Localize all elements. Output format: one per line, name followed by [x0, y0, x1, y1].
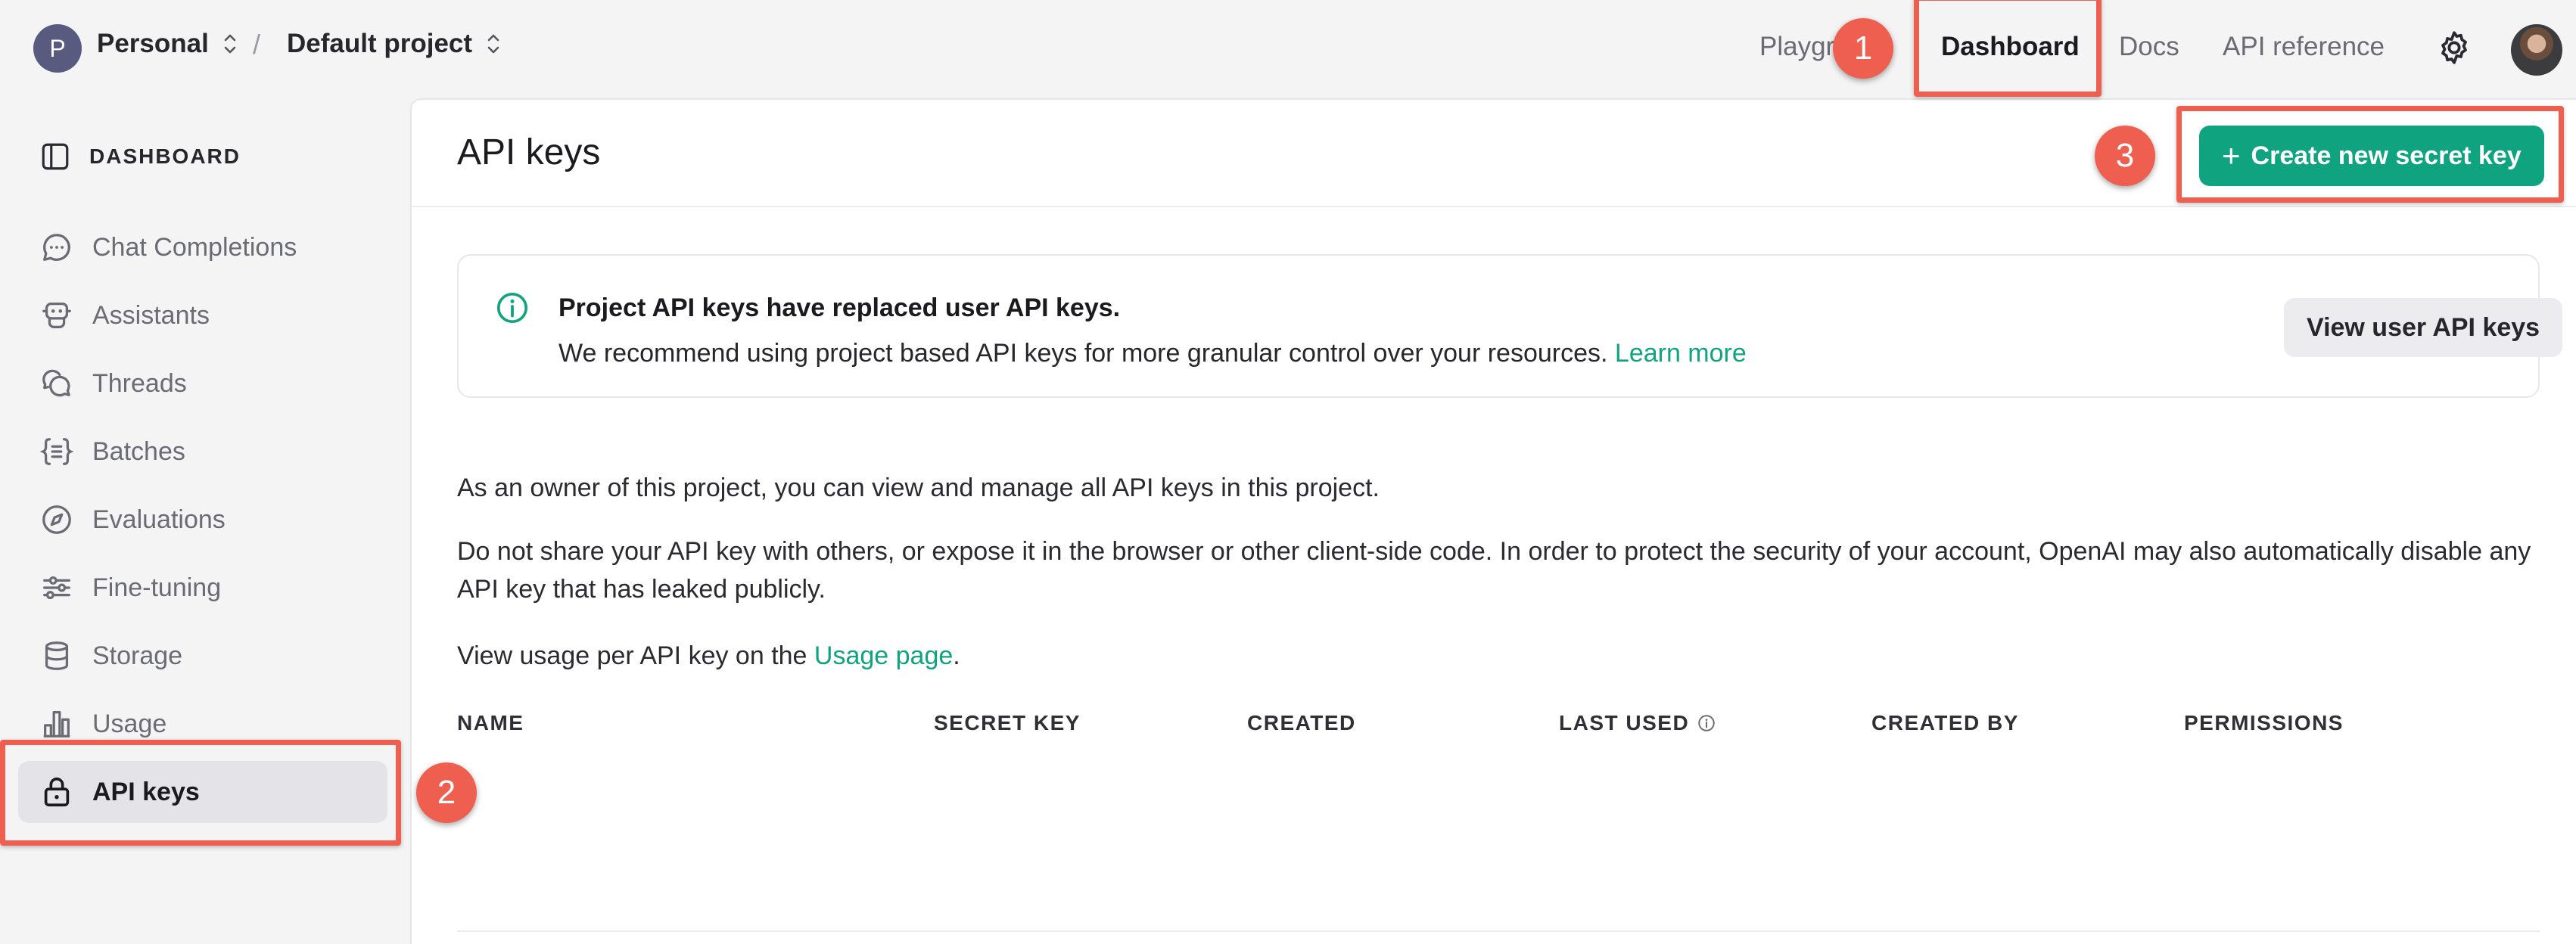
breadcrumb-separator: / [253, 29, 261, 60]
chevron-up-down-icon [487, 34, 499, 54]
chat-icon [43, 234, 70, 261]
sidebar-heading-label: DASHBOARD [89, 144, 241, 168]
sidebar-item-label: Assistants [92, 300, 210, 330]
org-switcher[interactable]: Personal [97, 29, 238, 59]
compass-icon [42, 505, 71, 534]
nav-docs[interactable]: Docs [2119, 32, 2179, 62]
step-badge-2: 2 [416, 762, 477, 823]
sidebar-item-storage[interactable]: Storage [18, 625, 387, 687]
highlight-api-keys [0, 740, 401, 846]
owner-info-text: As an owner of this project, you can vie… [457, 474, 1380, 502]
sidebar-item-threads[interactable]: Threads [18, 352, 387, 415]
column-header-name: NAME [457, 711, 524, 734]
sidebar-item-batches[interactable]: Batches [18, 421, 387, 483]
column-header-created-by: CREATED BY [1871, 711, 2019, 734]
notice-body-text: We recommend using project based API key… [558, 339, 1608, 368]
sidebar-item-evaluations[interactable]: Evaluations [18, 489, 387, 551]
sidebar-toggle-icon[interactable] [39, 141, 71, 172]
robot-icon [42, 303, 71, 328]
sidebar-item-label: Evaluations [92, 505, 226, 534]
notice-title: Project API keys have replaced user API … [558, 293, 1121, 322]
sidebar-heading: DASHBOARD [39, 141, 241, 172]
sidebar-item-label: Chat Completions [92, 232, 297, 262]
usage-info-suffix: . [953, 641, 960, 670]
view-user-api-keys-button[interactable]: View user API keys [2284, 298, 2563, 357]
project-name: Default project [287, 29, 473, 58]
column-header-created: CREATED [1247, 711, 1356, 734]
step-badge-3: 3 [2095, 126, 2155, 186]
main-panel: API keys + Create new secret key Project… [410, 98, 2576, 944]
gear-icon[interactable] [2435, 29, 2473, 67]
org-name: Personal [97, 29, 209, 58]
sidebar-item-label: Threads [92, 368, 187, 398]
column-header-last-used-label: LAST USED [1559, 711, 1690, 734]
threads-icon [42, 369, 70, 397]
user-avatar[interactable] [2511, 24, 2562, 76]
org-avatar[interactable]: P [33, 24, 82, 73]
info-icon [496, 292, 528, 324]
bar-chart-icon [43, 711, 70, 738]
security-warning-text: Do not share your API key with others, o… [457, 537, 2531, 604]
column-header-last-used: LAST USED [1559, 711, 1716, 735]
learn-more-link[interactable]: Learn more [1615, 339, 1747, 368]
usage-info-prefix: View usage per API key on the [457, 641, 807, 670]
highlight-dashboard [1914, 0, 2102, 97]
page-title: API keys [457, 132, 601, 172]
highlight-create-button [2176, 106, 2564, 203]
notice-body: We recommend using project based API key… [558, 339, 1747, 368]
info-notice: Project API keys have replaced user API … [457, 254, 2563, 398]
sidebar-item-label: Batches [92, 436, 185, 466]
usage-page-link[interactable]: Usage page [814, 641, 953, 670]
info-icon[interactable] [1697, 713, 1716, 733]
step-badge-1: 1 [1833, 18, 1893, 79]
sidebar-item-label: Fine-tuning [92, 573, 222, 602]
project-switcher[interactable]: Default project [287, 29, 501, 59]
top-bar: P Personal / Default project Playground … [0, 0, 2576, 98]
table-divider [457, 930, 2540, 932]
sidebar-item-assistants[interactable]: Assistants [18, 284, 387, 346]
sidebar-item-label: Storage [92, 641, 183, 670]
chevron-up-down-icon [224, 34, 236, 54]
sidebar-item-chat-completions[interactable]: Chat Completions [18, 216, 387, 278]
sidebar-item-fine-tuning[interactable]: Fine-tuning [18, 557, 387, 619]
column-header-secret-key: SECRET KEY [934, 711, 1081, 734]
sliders-icon [43, 576, 70, 600]
database-icon [45, 641, 69, 670]
column-header-permissions: PERMISSIONS [2184, 711, 2344, 734]
batches-icon [39, 438, 74, 465]
nav-api-reference[interactable]: API reference [2223, 32, 2385, 62]
usage-info-text: View usage per API key on the Usage page… [457, 637, 2553, 675]
sidebar-item-label: Usage [92, 709, 167, 738]
